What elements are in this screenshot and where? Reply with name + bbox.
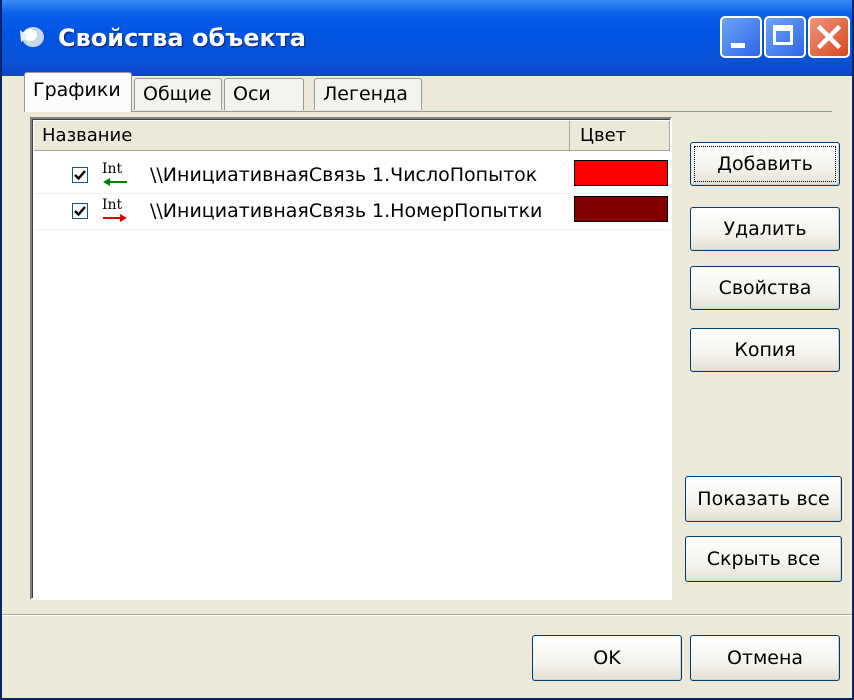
color-swatch[interactable] (574, 196, 668, 222)
window-title: Свойства объекта (58, 24, 306, 52)
cancel-button-label: Отмена (726, 647, 804, 669)
column-header-name[interactable]: Название (34, 121, 570, 151)
list-item[interactable]: Int \\ИнициативнаяСвязь 1.НомерПопытки (34, 193, 670, 230)
int-arrow-right-red-icon: Int (102, 197, 127, 222)
graphs-list[interactable]: Название Цвет Int \\ИнициативнаяСвязь 1.… (30, 117, 672, 600)
tab-general[interactable]: Общие (134, 78, 222, 110)
properties-button[interactable]: Свойства (690, 266, 840, 310)
tab-legend[interactable]: Легенда (314, 78, 422, 110)
row-label: \\ИнициативнаяСвязь 1.ЧислоПопыток (150, 164, 538, 186)
properties-button-label: Свойства (718, 277, 812, 299)
int-arrow-left-green-icon: Int (102, 161, 127, 186)
properties-dialog: Свойства объекта Графики Общие Оси Леген… (0, 0, 854, 700)
row-label: \\ИнициативнаяСвязь 1.НомерПопытки (150, 200, 543, 222)
maximize-button[interactable] (764, 16, 806, 58)
ok-button[interactable]: OK (532, 635, 682, 681)
close-button[interactable] (808, 16, 850, 58)
list-item[interactable]: Int \\ИнициативнаяСвязь 1.ЧислоПопыток (34, 157, 670, 194)
bottom-separator (2, 614, 852, 616)
checkmark-icon (74, 170, 86, 181)
copy-button[interactable]: Копия (690, 328, 840, 372)
int-icon-label: Int (102, 197, 123, 213)
checkmark-icon (74, 206, 86, 217)
delete-button-label: Удалить (723, 218, 807, 240)
tab-axes[interactable]: Оси (224, 78, 304, 110)
tab-graphs[interactable]: Графики (24, 72, 132, 112)
add-button-label: Добавить (694, 146, 836, 182)
minimize-icon (731, 43, 745, 48)
column-header-color[interactable]: Цвет (570, 121, 670, 151)
minimize-button[interactable] (720, 16, 762, 58)
maximize-icon (773, 25, 793, 45)
row-checkbox[interactable] (72, 203, 88, 219)
copy-button-label: Копия (734, 339, 796, 361)
int-icon-label: Int (102, 161, 123, 177)
list-header: Название Цвет (34, 121, 670, 151)
title-bar[interactable]: Свойства объекта (2, 0, 852, 76)
tab-divider (24, 111, 832, 112)
add-button[interactable]: Добавить (690, 142, 840, 186)
hide-all-button-label: Скрыть все (706, 548, 821, 570)
app-icon (20, 27, 44, 47)
delete-button[interactable]: Удалить (690, 207, 840, 251)
show-all-button-label: Показать все (697, 488, 830, 510)
cancel-button[interactable]: Отмена (690, 635, 840, 681)
close-icon (816, 24, 842, 50)
color-swatch[interactable] (574, 160, 668, 186)
hide-all-button[interactable]: Скрыть все (685, 536, 842, 582)
ok-button-label: OK (593, 647, 621, 669)
show-all-button[interactable]: Показать все (685, 476, 842, 522)
row-checkbox[interactable] (72, 167, 88, 183)
